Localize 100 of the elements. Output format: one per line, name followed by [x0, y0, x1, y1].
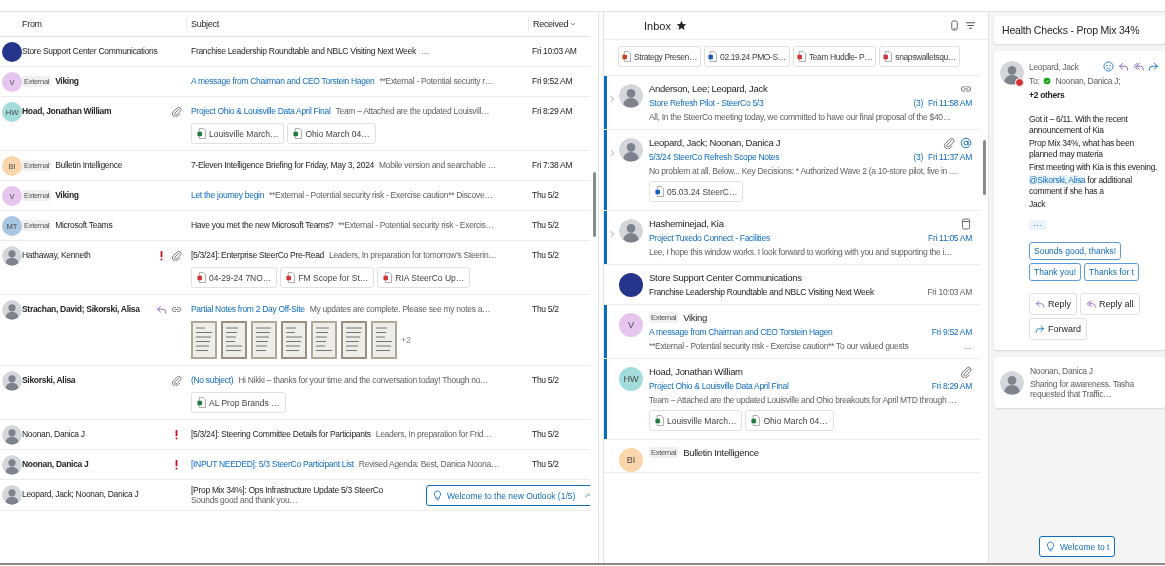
attachment-chip[interactable]: AL Prop Brands …	[191, 392, 286, 413]
received-time: Fri 10:03 AM	[927, 286, 972, 297]
paperclip-icon	[171, 249, 182, 261]
pdf-file-icon	[197, 272, 206, 283]
avatar: BI	[619, 448, 643, 472]
email-subject: Project Ohio & Louisville Data April Final	[191, 106, 331, 116]
chevron-right-icon[interactable]	[607, 229, 617, 239]
received-time: Thu 5/2	[532, 375, 559, 385]
sender-name: Viking	[55, 190, 79, 200]
received-time: Thu 5/2	[532, 429, 559, 439]
reply-icon	[1118, 61, 1129, 72]
body-line: Jack	[1029, 199, 1047, 211]
attachment-chip[interactable]: 04-29-24 7NO…	[191, 267, 278, 288]
attachment-chip[interactable]: Louisville March…	[649, 410, 743, 431]
conversation-item[interactable]: HW Hoad, Jonathan William Project Ohio & Louisville Data April Final Fri 8:29 AM Team – Attached are the updated Louisville and Ohio breakouts for April MTD through … Louisville March… Ohio March 04…	[604, 359, 980, 440]
received-time: Thu 5/2	[532, 250, 559, 260]
email-preview: **External - Potential security risk - Exercise caution** To our valued guests	[649, 340, 909, 351]
received-time: Fri 9:52 AM	[532, 76, 573, 86]
email-subject: [INPUT NEEDED]: 5/3 SteerCo Participant List	[191, 459, 354, 469]
lightbulb-icon	[432, 490, 443, 501]
reply-all-button[interactable]: Reply all	[1080, 293, 1140, 316]
received-time: Thu 5/2	[532, 190, 559, 200]
scrollbar[interactable]	[982, 140, 986, 195]
suggested-reply[interactable]: Thank you!	[1029, 263, 1082, 282]
email-preview: Leaders, In preparation for tomorrow's Steerin…	[329, 250, 497, 260]
welcome-tip[interactable]: Welcome to the new Outlook (1/5)	[426, 485, 590, 506]
email-subject: 5/3/24 SteerCo Refresh Scope Notes	[649, 151, 780, 162]
chevron-right-icon[interactable]	[607, 94, 617, 104]
column-header[interactable]: Received	[533, 19, 569, 29]
email-subject: Partial Notes from 2 Day Off-Site	[191, 304, 305, 314]
received-time: Fri 8:29 AM	[532, 106, 573, 116]
email-preview: Team – Attached are the updated Louisvill…	[335, 106, 490, 116]
sender-name: Strachan, David; Sikorski, Alisa	[22, 304, 140, 314]
spreadsheet-file-icon	[655, 415, 664, 426]
reply-button[interactable]: Reply	[1029, 293, 1077, 316]
attachment-chip[interactable]: Louisville March…	[191, 123, 285, 144]
pdf-file-icon	[883, 51, 893, 62]
email-preview: Revised Agenda: Best, Danica Noona…	[358, 459, 500, 469]
email-preview: Mobile version and searchable …	[379, 160, 496, 170]
received-time: Fri 11:58 AM	[928, 97, 972, 108]
sender-name: Store Support Center Communications	[649, 272, 802, 283]
to-label: To:	[1029, 76, 1040, 86]
email-subject: Have you met the new Microsoft Teams?	[191, 220, 334, 230]
attachment-chip[interactable]: RIA SteerCo Up…	[377, 267, 471, 288]
reply-icon	[1035, 299, 1045, 310]
forward-icon	[1148, 61, 1159, 72]
slides-file-icon	[622, 51, 631, 62]
email-subject: Franchise Leadership Roundtable and NBLC Visiting Next Week	[649, 286, 874, 297]
chevron-right-icon[interactable]	[607, 148, 617, 158]
attachment-chip[interactable]: FM Scope for St…	[280, 267, 375, 288]
recipient-count: +2 others	[1029, 90, 1065, 100]
attachment-chip[interactable]: Team Huddle- P…	[792, 46, 877, 67]
received-time: Fri 9:52 AM	[931, 326, 972, 337]
received-time: Fri 10:03 AM	[532, 46, 577, 56]
spreadsheet-file-icon	[293, 128, 303, 139]
avatar-icon	[2, 371, 22, 391]
received-time: Fri 11:05 AM	[928, 232, 972, 243]
email-subject: 7-Eleven Intelligence Briefing for Friday, May 3, 2024	[191, 160, 375, 170]
attachment-chip[interactable]: 02.19.24 PMO-S…	[704, 46, 790, 67]
forward-button[interactable]: Forward	[1029, 318, 1087, 341]
attachment-chip[interactable]: Ohio March 04…	[287, 123, 376, 144]
email-preview: Lee, I hope this window works. I look forward to working with you and supporting the i…	[649, 246, 953, 257]
spreadsheet-file-icon	[751, 415, 761, 426]
sender-name: Viking	[55, 76, 79, 86]
avatar-icon	[2, 485, 22, 505]
email-subject: A message from Chairman and CEO Torstein Hagen	[191, 76, 375, 86]
suggested-reply[interactable]: Sounds good, thanks!	[1029, 242, 1122, 261]
email-subject: A message from Chairman and CEO Torstein Hagen	[649, 326, 833, 337]
folder-title: Inbox	[644, 19, 671, 32]
sender-name: Hoad, Jonathan William	[22, 106, 112, 116]
calendar-icon	[960, 217, 972, 230]
email-preview: Hi Nikki – thanks for your time and the conversation today! Though no…	[238, 375, 489, 385]
document-file-icon	[708, 51, 718, 62]
suggested-reply[interactable]: Thanks for t	[1084, 263, 1139, 282]
paperclip-icon	[171, 374, 182, 386]
scrollbar[interactable]	[592, 172, 596, 237]
received-time: Fri 11:37 AM	[928, 151, 972, 162]
sender-name: Leopard, Jack; Noonan, Danica J	[649, 137, 781, 148]
spreadsheet-file-icon	[197, 397, 206, 408]
attachment-chip[interactable]: 05.03.24 SteerC…	[649, 181, 744, 202]
conversation-item[interactable]: Leopard, Jack; Noonan, Danica J 5/3/24 SteerCo Refresh Scope Notes (3) Fri 11:37 AM No problem at all. Below... Key Decisions: * Authorized Wave 2 (a 10-store pilot, five in … 05.03.24 SteerC…	[604, 130, 980, 211]
conversation-item[interactable]: Hasheminejad, Kia Project Tuxedo Connect - Facilities Fri 11:05 AM Lee, I hope this window works. I look forward to working with you and supporting the i…	[604, 211, 980, 265]
mention-link[interactable]: @Sikorski, Alisa	[1029, 175, 1086, 186]
email-subject: Store Refresh Pilot - SteerCo 5/3	[649, 97, 764, 108]
sender-name: Bulletin Intelligence	[55, 160, 123, 170]
more-count: +2	[401, 335, 411, 345]
welcome-tip[interactable]: Welcome to t	[1039, 536, 1116, 557]
attachment-chip[interactable]: snapswalletsqu…	[879, 46, 960, 67]
attachment-chip[interactable]: Strategy Presen…	[618, 46, 702, 67]
conversation-item[interactable]: Store Support Center Communications Franchise Leadership Roundtable and NBLC Visiting Next Week Fri 10:03 AM	[604, 265, 980, 305]
received-time: Fri 8:29 AM	[931, 380, 972, 391]
column-header[interactable]: From	[22, 19, 42, 29]
avatar-icon	[619, 138, 643, 162]
column-header[interactable]: Subject	[191, 19, 219, 29]
body-line: @Sikorski, Alisa for additional comment if she has a	[1029, 175, 1133, 198]
attachment-chip[interactable]: Ohio March 04…	[745, 410, 834, 431]
message-count: (3)	[913, 151, 924, 162]
body-line: Prop Mix 34%, what has been planned may materia	[1029, 138, 1135, 161]
conversation-item[interactable]: Anderson, Lee; Leopard, Jack Store Refresh Pilot - SteerCo 5/3 (3) Fri 11:58 AM All, In the SteerCo meeting today, we committed to have our final proposal of the $40…	[604, 76, 980, 130]
show-more-button[interactable]: ···	[1029, 220, 1046, 231]
